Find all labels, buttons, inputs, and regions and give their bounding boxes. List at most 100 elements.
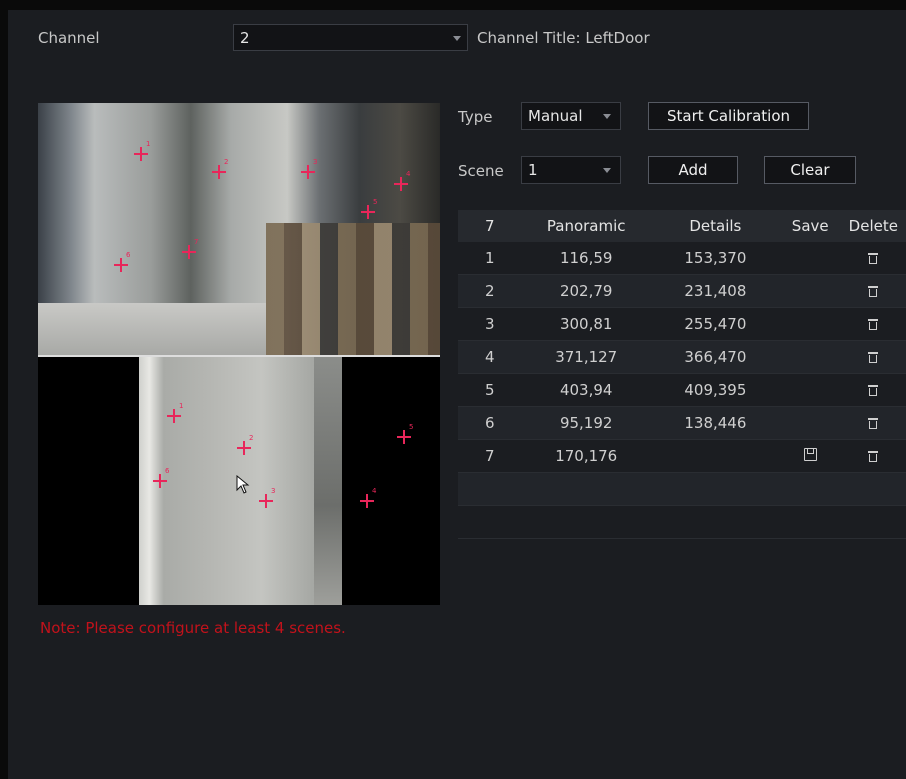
panoramic-marker[interactable]: 2 bbox=[212, 158, 228, 179]
row-save-cell bbox=[779, 307, 841, 341]
save-icon[interactable] bbox=[803, 448, 817, 461]
chevron-down-icon bbox=[453, 36, 461, 41]
row-id: 3 bbox=[458, 307, 522, 341]
trash-icon[interactable] bbox=[868, 252, 879, 264]
add-button[interactable]: Add bbox=[648, 156, 738, 184]
row-id: 7 bbox=[458, 439, 522, 473]
marker-number: 4 bbox=[372, 487, 377, 495]
row-id: 1 bbox=[458, 242, 522, 275]
type-label: Type bbox=[458, 108, 493, 126]
table-row: 1 116,59 153,370 bbox=[458, 242, 906, 275]
row-panoramic: 116,59 bbox=[521, 242, 651, 275]
trash-icon[interactable] bbox=[868, 318, 879, 330]
row-details: 255,470 bbox=[650, 307, 780, 341]
channel-value: 2 bbox=[240, 29, 250, 47]
trash-icon[interactable] bbox=[868, 450, 879, 462]
detail-marker[interactable]: 5 bbox=[397, 423, 413, 444]
panoramic-marker[interactable]: 6 bbox=[114, 251, 130, 272]
column-header-save: Save bbox=[779, 210, 841, 242]
detail-marker[interactable]: 1 bbox=[167, 402, 183, 423]
row-save-cell bbox=[779, 340, 841, 374]
table-row: 3 300,81 255,470 bbox=[458, 307, 906, 341]
chevron-down-icon bbox=[603, 168, 611, 173]
scene-select[interactable]: 1 bbox=[521, 156, 621, 184]
marker-number: 2 bbox=[249, 434, 254, 442]
marker-number: 1 bbox=[146, 140, 151, 148]
table-row-empty bbox=[458, 505, 906, 539]
marker-number: 7 bbox=[194, 238, 199, 246]
row-delete-cell bbox=[840, 439, 906, 473]
row-panoramic: 95,192 bbox=[521, 406, 651, 440]
row-delete-cell bbox=[840, 406, 906, 440]
table-row: 7 170,176 bbox=[458, 439, 906, 473]
marker-number: 2 bbox=[224, 158, 229, 166]
table-header-row: 7 Panoramic Details Save Delete bbox=[458, 210, 906, 242]
row-save-cell bbox=[779, 242, 841, 275]
row-save-cell bbox=[779, 406, 841, 440]
channel-label: Channel bbox=[38, 29, 100, 47]
row-id: 5 bbox=[458, 373, 522, 407]
type-value: Manual bbox=[528, 107, 583, 125]
note-text: Note: Please configure at least 4 scenes… bbox=[40, 619, 346, 637]
panoramic-marker[interactable]: 3 bbox=[301, 158, 317, 179]
row-details bbox=[650, 439, 780, 473]
trash-icon[interactable] bbox=[868, 417, 879, 429]
marker-number: 3 bbox=[313, 158, 318, 166]
column-header-count: 7 bbox=[458, 210, 522, 242]
scene-value: 1 bbox=[528, 161, 538, 179]
table-row: 5 403,94 409,395 bbox=[458, 373, 906, 407]
row-panoramic: 371,127 bbox=[521, 340, 651, 374]
detail-marker[interactable]: 6 bbox=[153, 467, 169, 488]
row-save-cell bbox=[779, 439, 841, 473]
clear-button[interactable]: Clear bbox=[764, 156, 856, 184]
detail-edge bbox=[314, 357, 342, 605]
row-details: 409,395 bbox=[650, 373, 780, 407]
panoramic-marker[interactable]: 7 bbox=[182, 238, 198, 259]
mouse-cursor-icon bbox=[236, 475, 250, 494]
row-details: 366,470 bbox=[650, 340, 780, 374]
privacy-mosaic bbox=[266, 223, 440, 355]
calibration-video[interactable]: 1 2 3 4 5 6 7 1 2 3 4 5 6 bbox=[38, 103, 440, 605]
panoramic-view[interactable] bbox=[38, 103, 440, 355]
trash-icon[interactable] bbox=[868, 351, 879, 363]
row-delete-cell bbox=[840, 242, 906, 275]
row-delete-cell bbox=[840, 340, 906, 374]
row-delete-cell bbox=[840, 307, 906, 341]
channel-select[interactable]: 2 bbox=[233, 24, 468, 51]
start-calibration-button[interactable]: Start Calibration bbox=[648, 102, 809, 130]
trash-icon[interactable] bbox=[868, 384, 879, 396]
table-row: 6 95,192 138,446 bbox=[458, 406, 906, 440]
panoramic-marker[interactable]: 4 bbox=[394, 170, 410, 191]
row-id: 2 bbox=[458, 274, 522, 308]
marker-number: 3 bbox=[271, 487, 276, 495]
detail-marker[interactable]: 4 bbox=[360, 487, 376, 508]
type-select[interactable]: Manual bbox=[521, 102, 621, 130]
row-id: 6 bbox=[458, 406, 522, 440]
row-panoramic: 403,94 bbox=[521, 373, 651, 407]
row-details: 153,370 bbox=[650, 242, 780, 275]
row-save-cell bbox=[779, 274, 841, 308]
row-details: 138,446 bbox=[650, 406, 780, 440]
row-details: 231,408 bbox=[650, 274, 780, 308]
marker-number: 4 bbox=[406, 170, 411, 178]
marker-number: 6 bbox=[126, 251, 131, 259]
column-header-delete: Delete bbox=[840, 210, 906, 242]
row-id: 4 bbox=[458, 340, 522, 374]
row-panoramic: 170,176 bbox=[521, 439, 651, 473]
calibration-table: 7 Panoramic Details Save Delete 1 116,59… bbox=[458, 210, 906, 539]
row-delete-cell bbox=[840, 274, 906, 308]
marker-number: 5 bbox=[373, 198, 378, 206]
detail-marker[interactable]: 3 bbox=[259, 487, 275, 508]
channel-title: Channel Title: LeftDoor bbox=[477, 29, 650, 47]
detail-marker[interactable]: 2 bbox=[237, 434, 253, 455]
table-row: 4 371,127 366,470 bbox=[458, 340, 906, 374]
panoramic-floor bbox=[38, 303, 266, 355]
panoramic-marker[interactable]: 5 bbox=[361, 198, 377, 219]
panoramic-marker[interactable]: 1 bbox=[134, 140, 150, 161]
row-panoramic: 202,79 bbox=[521, 274, 651, 308]
marker-number: 6 bbox=[165, 467, 170, 475]
table-row: 2 202,79 231,408 bbox=[458, 274, 906, 308]
trash-icon[interactable] bbox=[868, 285, 879, 297]
column-header-panoramic: Panoramic bbox=[521, 210, 651, 242]
column-header-details: Details bbox=[650, 210, 780, 242]
